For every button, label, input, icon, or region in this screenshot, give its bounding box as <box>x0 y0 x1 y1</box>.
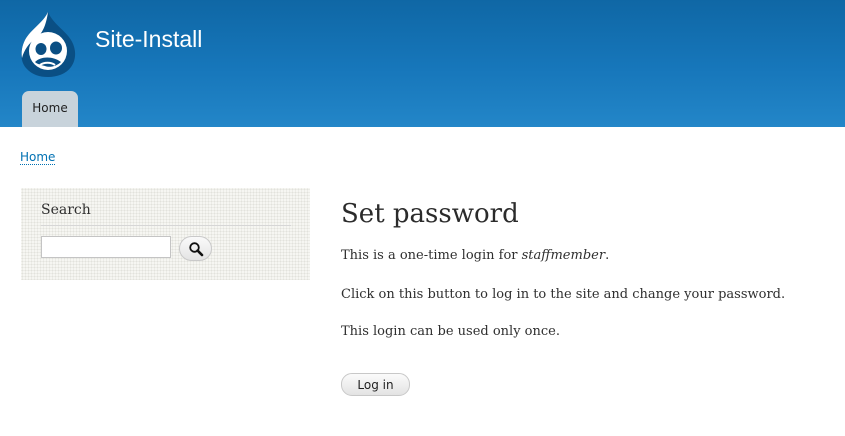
search-submit-button[interactable] <box>179 236 212 261</box>
intro-prefix: This is a one-time login for <box>341 248 522 263</box>
search-block-title: Search <box>41 202 91 218</box>
tab-home[interactable]: Home <box>22 91 78 127</box>
search-title-divider <box>41 225 291 226</box>
search-icon <box>189 242 204 257</box>
page-title: Set password <box>341 199 519 229</box>
one-time-login-text: This is a one-time login for staffmember… <box>341 248 609 263</box>
instruction-text: Click on this button to log in to the si… <box>341 287 786 302</box>
breadcrumb-home-link[interactable]: Home <box>20 150 56 165</box>
single-use-note: This login can be used only once. <box>341 324 560 339</box>
username: staffmember <box>521 248 606 263</box>
site-name-link[interactable]: Site-Install <box>95 26 202 53</box>
login-button[interactable]: Log in <box>341 373 410 396</box>
intro-suffix: . <box>605 248 610 263</box>
search-input[interactable] <box>41 236 171 258</box>
sidebar-search-block: Search <box>21 188 310 280</box>
site-header: Site-Install Home <box>0 0 845 127</box>
drupal-logo-icon[interactable] <box>17 10 79 78</box>
page-content <box>5 127 845 436</box>
